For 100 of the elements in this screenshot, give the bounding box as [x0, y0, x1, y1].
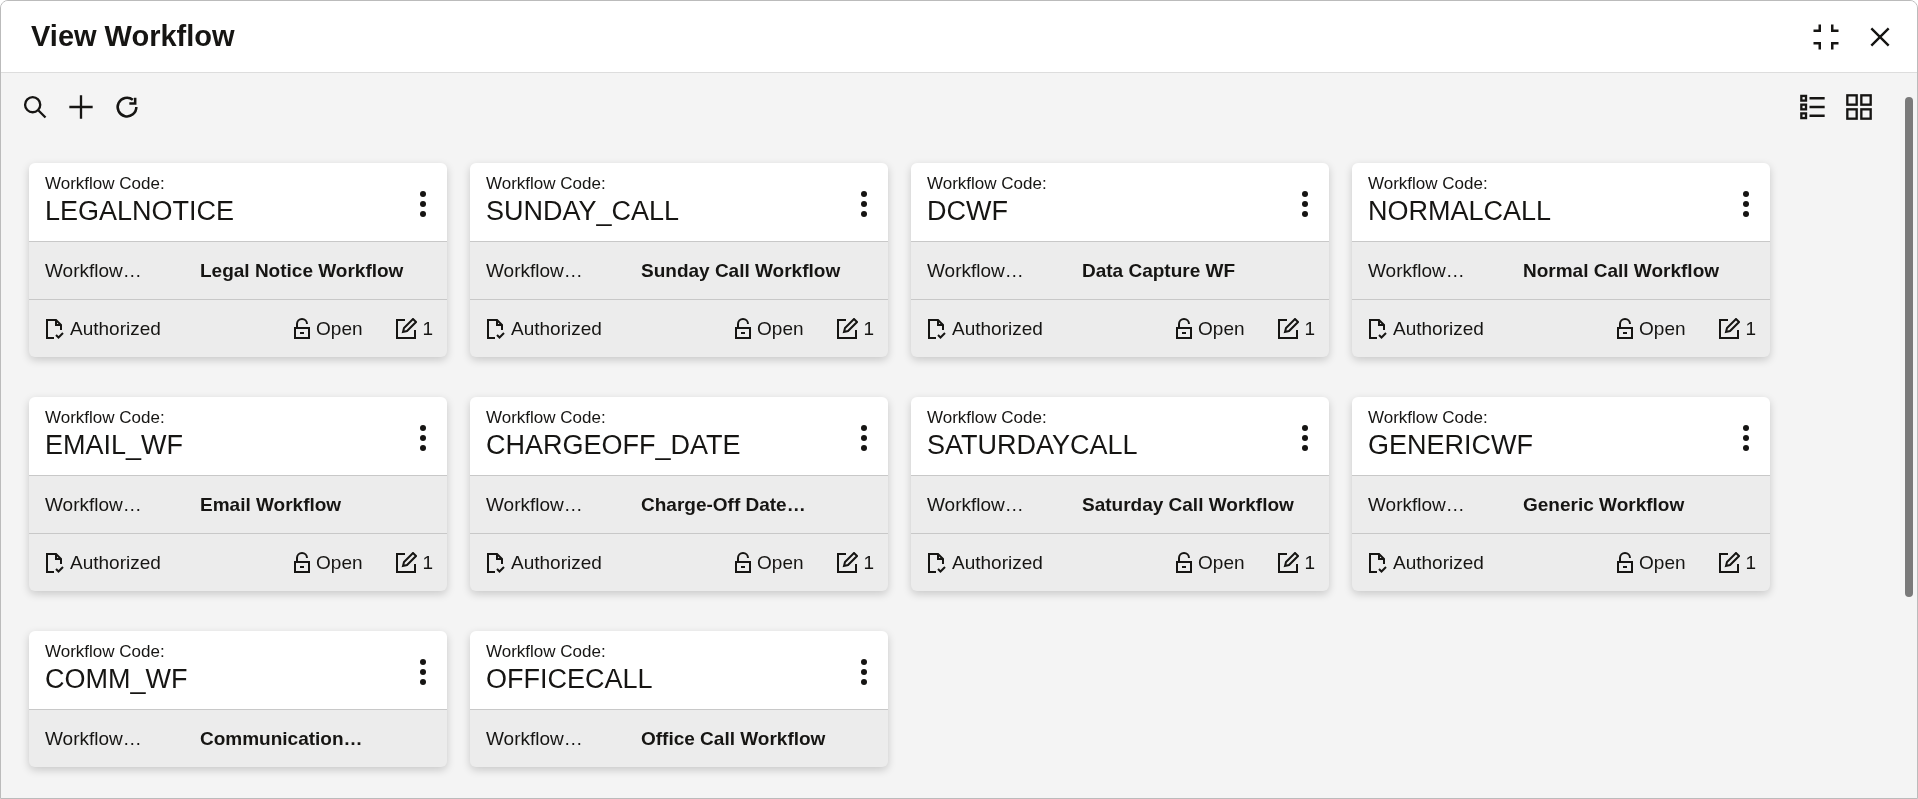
code-label: Workflow Code:: [927, 173, 1047, 194]
search-icon[interactable]: [21, 93, 49, 121]
name-label: Workflow…: [1368, 259, 1466, 282]
edit-icon: [1277, 317, 1300, 340]
document-check-icon: [927, 317, 947, 340]
workflow-name: Saturday Call Workflow: [1082, 493, 1294, 516]
document-check-icon: [927, 551, 947, 574]
auth-status: Authorized: [511, 317, 602, 340]
more-options-icon[interactable]: [1742, 190, 1750, 218]
workflow-card[interactable]: Workflow Code: OFFICECALL Workflow… Office Call Workflow: [470, 631, 888, 767]
record-status: Open: [316, 551, 363, 574]
code-label: Workflow Code:: [486, 641, 607, 662]
name-label: Workflow…: [927, 259, 1025, 282]
workflow-code: COMM_WF: [45, 663, 188, 695]
grid-view-icon[interactable]: [1845, 93, 1873, 121]
name-label: Workflow…: [486, 727, 584, 750]
edit-icon: [836, 551, 859, 574]
workflow-name: Communication…: [200, 727, 363, 750]
workflow-card[interactable]: Workflow Code: EMAIL_WF Workflow… Email Workflow Authorized Open 1: [29, 397, 447, 591]
name-label: Workflow…: [1368, 493, 1466, 516]
workflow-name: Sunday Call Workflow: [641, 259, 841, 282]
code-label: Workflow Code:: [486, 407, 607, 428]
code-label: Workflow Code:: [486, 173, 607, 194]
document-check-icon: [486, 317, 506, 340]
record-status: Open: [757, 317, 804, 340]
code-label: Workflow Code:: [45, 407, 166, 428]
record-status: Open: [1639, 317, 1686, 340]
more-options-icon[interactable]: [1301, 424, 1309, 452]
more-options-icon[interactable]: [419, 190, 427, 218]
workflow-code: OFFICECALL: [486, 663, 653, 695]
auth-status: Authorized: [1393, 317, 1484, 340]
workflow-name: Generic Workflow: [1523, 493, 1685, 516]
workflow-name: Office Call Workflow: [641, 727, 826, 750]
auth-status: Authorized: [952, 551, 1043, 574]
edit-icon: [395, 317, 418, 340]
workflow-name: Email Workflow: [200, 493, 342, 516]
document-check-icon: [486, 551, 506, 574]
unlocked-padlock-icon: [734, 317, 753, 340]
workflow-code: CHARGEOFF_DATE: [486, 429, 741, 461]
workflow-code: SATURDAYCALL: [927, 429, 1138, 461]
code-label: Workflow Code:: [927, 407, 1048, 428]
workflow-code: LEGALNOTICE: [45, 195, 235, 227]
workflow-code: NORMALCALL: [1368, 195, 1552, 227]
workflow-card[interactable]: Workflow Code: CHARGEOFF_DATE Workflow… Charge-Off Date… Authorized Open 1: [470, 397, 888, 591]
modification-count: 1: [422, 317, 433, 340]
edit-icon: [1718, 551, 1741, 574]
more-options-icon[interactable]: [860, 658, 868, 686]
more-options-icon[interactable]: [860, 424, 868, 452]
code-label: Workflow Code:: [45, 641, 166, 662]
unlocked-padlock-icon: [1175, 317, 1194, 340]
name-label: Workflow…: [45, 727, 143, 750]
workflow-card[interactable]: Workflow Code: SATURDAYCALL Workflow… Saturday Call Workflow Authorized Open 1: [911, 397, 1329, 591]
workflow-card[interactable]: Workflow Code: LEGALNOTICE Workflow… Legal Notice Workflow Authorized Open 1: [29, 163, 447, 357]
modification-count: 1: [1745, 551, 1756, 574]
name-label: Workflow…: [45, 259, 143, 282]
workflow-name: Legal Notice Workflow: [200, 259, 404, 282]
auth-status: Authorized: [511, 551, 602, 574]
record-status: Open: [1198, 317, 1245, 340]
edit-icon: [836, 317, 859, 340]
scrollbar-thumb[interactable]: [1905, 97, 1913, 597]
workflow-card[interactable]: Workflow Code: GENERICWF Workflow… Generic Workflow Authorized Open 1: [1352, 397, 1770, 591]
more-options-icon[interactable]: [419, 424, 427, 452]
workflow-card[interactable]: Workflow Code: NORMALCALL Workflow… Normal Call Workflow Authorized Open 1: [1352, 163, 1770, 357]
workflow-code: DCWF: [927, 195, 1009, 227]
auth-status: Authorized: [952, 317, 1043, 340]
auth-status: Authorized: [1393, 551, 1484, 574]
modification-count: 1: [1745, 317, 1756, 340]
workflow-card[interactable]: Workflow Code: COMM_WF Workflow… Communication…: [29, 631, 447, 767]
more-options-icon[interactable]: [860, 190, 868, 218]
refresh-icon[interactable]: [113, 93, 141, 121]
more-options-icon[interactable]: [1301, 190, 1309, 218]
edit-icon: [1277, 551, 1300, 574]
unlocked-padlock-icon: [734, 551, 753, 574]
unlocked-padlock-icon: [1616, 551, 1635, 574]
workflow-name: Normal Call Workflow: [1523, 259, 1719, 282]
edit-icon: [395, 551, 418, 574]
code-label: Workflow Code:: [1368, 407, 1489, 428]
modification-count: 1: [863, 551, 874, 574]
document-check-icon: [45, 317, 65, 340]
more-options-icon[interactable]: [1742, 424, 1750, 452]
add-icon[interactable]: [67, 93, 95, 121]
document-check-icon: [1368, 551, 1388, 574]
workflow-code: EMAIL_WF: [45, 429, 184, 461]
list-view-icon[interactable]: [1799, 93, 1827, 121]
unlocked-padlock-icon: [1616, 317, 1635, 340]
record-status: Open: [316, 317, 363, 340]
workflow-code: GENERICWF: [1368, 429, 1533, 461]
auth-status: Authorized: [70, 551, 161, 574]
unlocked-padlock-icon: [1175, 551, 1194, 574]
record-status: Open: [1639, 551, 1686, 574]
record-status: Open: [757, 551, 804, 574]
unlocked-padlock-icon: [293, 317, 312, 340]
modification-count: 1: [422, 551, 433, 574]
workflow-card[interactable]: Workflow Code: DCWF Workflow… Data Capture WF Authorized Open 1: [911, 163, 1329, 357]
window-title: View Workflow: [31, 20, 235, 53]
workflow-card[interactable]: Workflow Code: SUNDAY_CALL Workflow… Sunday Call Workflow Authorized Open 1: [470, 163, 888, 357]
name-label: Workflow…: [927, 493, 1025, 516]
name-label: Workflow…: [486, 259, 584, 282]
more-options-icon[interactable]: [419, 658, 427, 686]
workflow-code: SUNDAY_CALL: [486, 195, 680, 227]
